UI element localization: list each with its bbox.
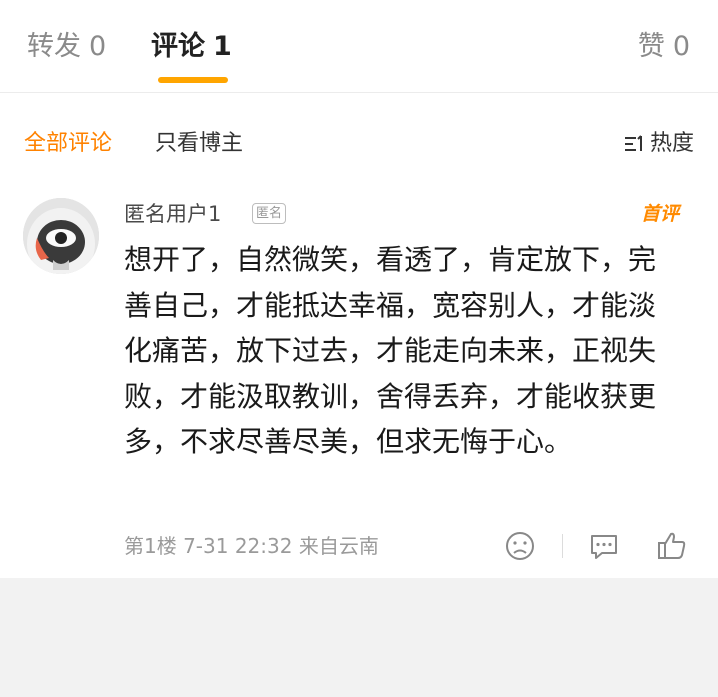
comment-meta: 第1楼 7-31 22:32 来自云南 <box>124 534 379 558</box>
tab-repost-count: 0 <box>89 31 107 62</box>
tab-like-count: 0 <box>672 31 690 62</box>
sort-button[interactable]: 热度 <box>624 130 694 158</box>
thumbs-up-icon <box>658 532 686 559</box>
sort-icon <box>624 135 642 151</box>
sort-label: 热度 <box>649 131 694 156</box>
tab-comment-count: 1 <box>213 31 232 62</box>
first-comment-badge: 首评 <box>641 203 680 225</box>
comments-panel: 转发 0 评论 1 赞0 全部评论 只看博主 热度 匿名用户1 匿名 首评 想开… <box>0 0 718 578</box>
comment-filter-bar: 全部评论 只看博主 热度 <box>0 92 718 192</box>
tab-like[interactable]: 赞0 <box>638 30 690 64</box>
tab-repost[interactable]: 转发 0 <box>27 30 106 64</box>
filter-all-comments[interactable]: 全部评论 <box>24 130 112 158</box>
tab-comment-label: 评论 <box>151 31 205 62</box>
dislike-button[interactable] <box>503 529 537 563</box>
comment-username[interactable]: 匿名用户1 <box>124 200 221 228</box>
comment-text: 想开了，自然微笑，看透了，肯定放下，完善自己，才能抵达幸福，宽容别人，才能淡化痛… <box>124 243 657 458</box>
avatar[interactable] <box>23 198 99 274</box>
comment-bubble-icon <box>591 535 617 559</box>
tab-repost-label: 转发 <box>27 31 81 62</box>
tab-bar: 转发 0 评论 1 赞0 <box>0 0 718 93</box>
like-button[interactable] <box>655 529 689 563</box>
reply-button[interactable] <box>587 529 621 563</box>
tab-comment[interactable]: 评论 1 <box>151 30 232 64</box>
anonymous-badge: 匿名 <box>252 203 287 224</box>
action-divider <box>562 534 563 558</box>
active-tab-indicator <box>158 77 228 83</box>
hooded-figure-icon <box>23 198 99 274</box>
tab-like-label: 赞 <box>637 31 665 62</box>
filter-blogger-only[interactable]: 只看博主 <box>155 130 243 158</box>
sad-face-icon <box>506 532 534 560</box>
